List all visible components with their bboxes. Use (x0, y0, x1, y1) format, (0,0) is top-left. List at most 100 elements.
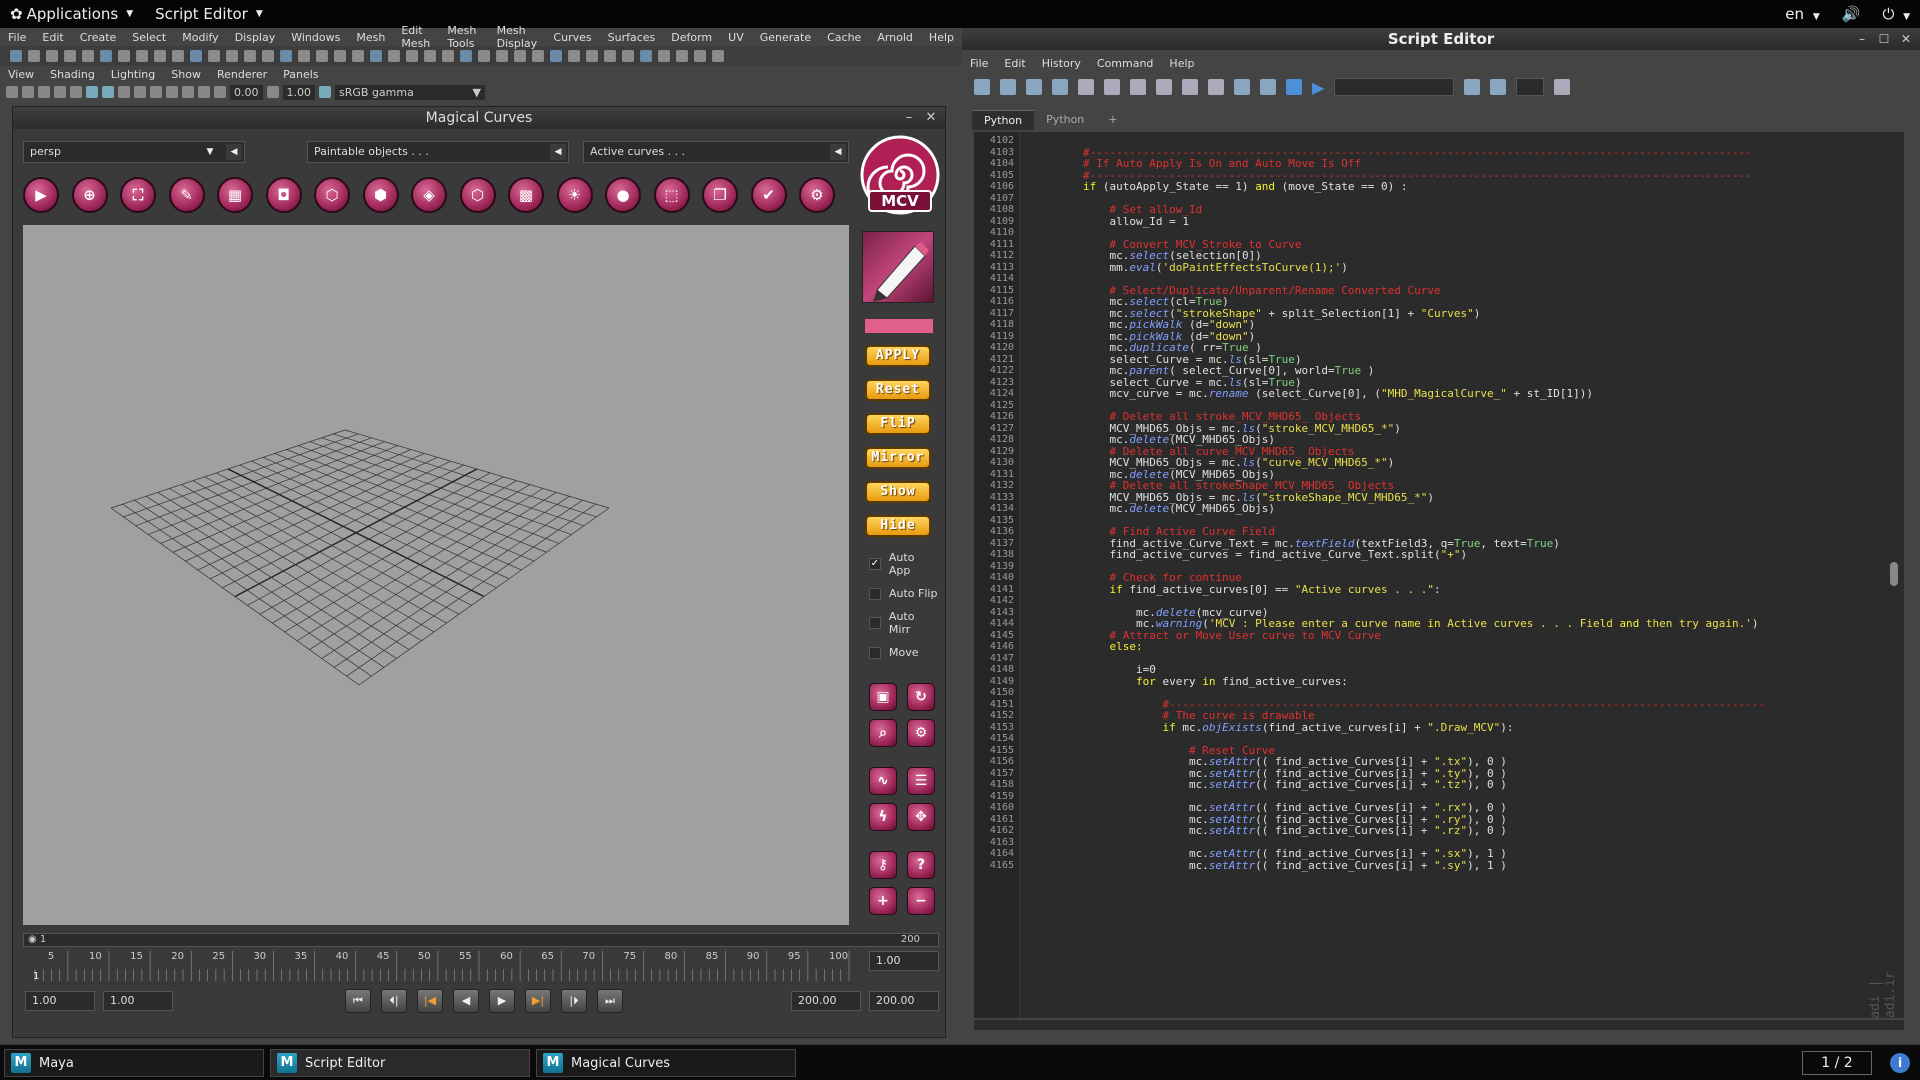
checkbox-auto-app[interactable]: ✓ Auto App (869, 551, 939, 577)
menu-item-curves[interactable]: Curves (553, 31, 591, 44)
show-history-icon[interactable] (1156, 79, 1172, 95)
search-icon[interactable]: ⌕ (869, 719, 897, 747)
perspective-viewport[interactable] (23, 225, 849, 925)
checkbox-box[interactable]: ✓ (869, 558, 881, 570)
shelf-tool-icon[interactable] (532, 50, 544, 62)
save-script-icon[interactable] (1026, 79, 1042, 95)
go-to-start-icon[interactable]: ⏮ (345, 989, 371, 1013)
select-icon[interactable]: ⬚ (653, 177, 690, 213)
menu-item-mesh[interactable]: Mesh (356, 31, 385, 44)
shelf-tool-icon[interactable] (118, 50, 130, 62)
power-icon[interactable]: ⏻ ▼ (1882, 5, 1910, 23)
light-icon[interactable]: ☀ (556, 177, 593, 213)
close-icon[interactable]: ✕ (1898, 31, 1914, 47)
se-menu-command[interactable]: Command (1097, 57, 1154, 70)
tab-add[interactable]: + (1096, 110, 1129, 130)
menu-item-edit-mesh[interactable]: Edit Mesh (401, 24, 431, 50)
gamma-field[interactable]: 1.00 (282, 84, 315, 100)
checkbox-box[interactable] (869, 587, 881, 600)
shelf-tool-icon[interactable] (712, 50, 724, 62)
chevron-down-icon[interactable]: ▼ (202, 144, 218, 160)
panel-menu-panels[interactable]: Panels (283, 68, 318, 81)
arrow-left-icon[interactable]: ◀ (550, 144, 566, 160)
goto-line-icon[interactable] (1554, 79, 1571, 95)
lights-icon[interactable] (134, 86, 146, 98)
box-icon[interactable]: ⬡ (459, 177, 496, 213)
shelf-tool-icon[interactable] (622, 50, 634, 62)
arrow-left-icon[interactable]: ◀ (226, 144, 242, 160)
grid-icon[interactable]: ▦ (217, 177, 253, 213)
tab-python[interactable]: Python (972, 110, 1035, 130)
menu-item-help[interactable]: Help (929, 31, 954, 44)
shelf-tool-icon[interactable] (262, 50, 274, 62)
shelf-tool-icon[interactable] (586, 50, 598, 62)
script-editor-titlebar[interactable]: Script Editor – ☐ ✕ (962, 28, 1920, 50)
menu-item-arnold[interactable]: Arnold (877, 31, 913, 44)
scrollbar-thumb[interactable] (1890, 562, 1898, 586)
search-down-icon[interactable] (1464, 79, 1481, 95)
copy-icon[interactable]: ❐ (702, 177, 738, 213)
ao-icon[interactable] (166, 86, 178, 98)
exposure-field[interactable]: 0.00 (230, 84, 263, 100)
help-icon[interactable]: ? (907, 851, 935, 879)
maximize-icon[interactable]: ☐ (1876, 31, 1892, 47)
shelf-tool-icon[interactable] (334, 50, 346, 62)
shelf-tool-icon[interactable] (388, 50, 400, 62)
step-back-key-icon[interactable]: ⏴| (381, 989, 407, 1013)
waveform-icon[interactable]: ∿ (869, 767, 897, 795)
checkbox-auto-mirr[interactable]: Auto Mirr (869, 610, 939, 636)
shelf-tool-icon[interactable] (460, 50, 472, 62)
shadows-icon[interactable] (150, 86, 162, 98)
checker-icon[interactable]: ◈ (411, 177, 447, 213)
snapshot-icon[interactable]: ◘ (265, 177, 302, 213)
playback-start-field[interactable]: 1.00 (103, 991, 173, 1011)
camera-icon[interactable]: ▶ (23, 177, 59, 213)
menu-item-modify[interactable]: Modify (182, 31, 218, 44)
list-icon[interactable]: ☰ (907, 767, 935, 795)
camera-dropdown[interactable]: persp ▼ ◀ (23, 141, 245, 163)
shelf-tool-icon[interactable] (316, 50, 328, 62)
menu-item-surfaces[interactable]: Surfaces (608, 31, 656, 44)
shelf-tool-icon[interactable] (172, 50, 184, 62)
lightning-icon[interactable]: ϟ (869, 803, 897, 831)
menu-item-mesh-tools[interactable]: Mesh Tools (447, 24, 480, 50)
clear-history-icon[interactable] (1078, 79, 1094, 95)
camera-icon[interactable] (6, 86, 18, 98)
shelf-tool-icon[interactable] (424, 50, 436, 62)
current-frame-field[interactable]: 1.00 (869, 951, 939, 971)
horizontal-scrollbar[interactable] (974, 1020, 1904, 1030)
menu-item-mesh-display[interactable]: Mesh Display (497, 24, 538, 50)
gamma-icon[interactable] (266, 86, 279, 98)
pattern-icon[interactable]: ▩ (508, 177, 544, 213)
window-icon[interactable]: ▣ (869, 683, 897, 711)
step-forward-key-icon[interactable]: |⏵ (561, 989, 587, 1013)
menu-item-windows[interactable]: Windows (291, 31, 340, 44)
reset-button[interactable]: Reset (865, 379, 931, 401)
language-indicator[interactable]: en ▼ (1785, 5, 1819, 23)
color-swatch[interactable] (865, 319, 933, 333)
refresh-icon[interactable]: ↻ (907, 683, 935, 711)
end-time-field[interactable]: 200.00 (869, 991, 939, 1011)
shelf-tool-icon[interactable] (100, 50, 112, 62)
search-input[interactable] (1334, 78, 1455, 96)
se-menu-help[interactable]: Help (1169, 57, 1194, 70)
shelf-tool-icon[interactable] (226, 50, 238, 62)
shelf-tool-icon[interactable] (190, 50, 202, 62)
shelf-tool-icon[interactable] (10, 50, 22, 62)
minus-icon[interactable]: − (907, 887, 935, 915)
show-button[interactable]: Show (865, 481, 931, 503)
shelf-tool-icon[interactable] (478, 50, 490, 62)
time-slider[interactable]: ◉ 1 200 5 10 15 20 25 30 35 40 45 50 55 60 65 70 75 80 8… (23, 933, 939, 983)
panel-menu-view[interactable]: View (8, 68, 34, 81)
plus-icon[interactable]: + (869, 887, 897, 915)
checkbox-box[interactable] (869, 646, 881, 659)
start-time-field[interactable]: 1.00 (25, 991, 95, 1011)
colorspace-select[interactable]: sRGB gamma ▼ (335, 84, 485, 100)
pencil-icon[interactable]: ✎ (168, 177, 205, 213)
checkbox-auto-flip[interactable]: Auto Flip (869, 587, 939, 600)
task-script-editor[interactable]: M Script Editor (270, 1049, 530, 1077)
shelf-tool-icon[interactable] (514, 50, 526, 62)
panel-menu-lighting[interactable]: Lighting (111, 68, 155, 81)
active-curves-field[interactable]: Active curves . . . ◀ (583, 141, 849, 163)
script-editor-menu[interactable]: Script Editor ▼ (155, 5, 263, 23)
